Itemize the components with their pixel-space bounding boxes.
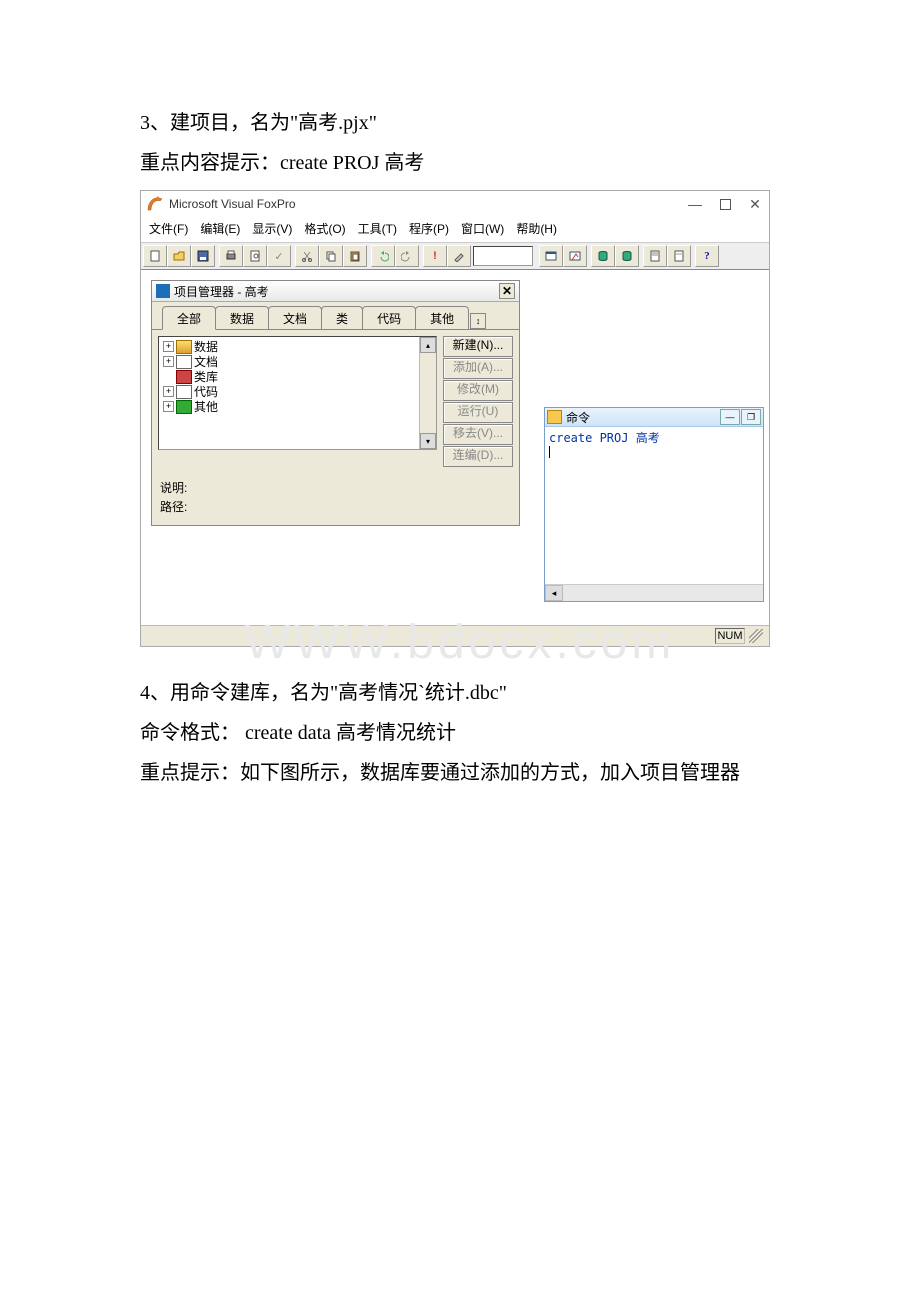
tb-undo-icon[interactable] — [371, 245, 395, 267]
tb-redo-icon[interactable] — [395, 245, 419, 267]
toolbar: ✓ ! ? — [141, 242, 769, 270]
document-icon — [176, 355, 192, 369]
pm-tab-doc[interactable]: 文档 — [268, 306, 322, 329]
foxpro-icon — [147, 196, 163, 212]
tb-report-icon[interactable] — [643, 245, 667, 267]
tb-run-icon[interactable]: ! — [423, 245, 447, 267]
tb-spell-icon[interactable]: ✓ — [267, 245, 291, 267]
tb-copy-icon[interactable] — [319, 245, 343, 267]
vfp-titlebar: Microsoft Visual FoxPro — ✕ — [141, 191, 769, 217]
tb-print-icon[interactable] — [219, 245, 243, 267]
pm-path-label: 路径: — [160, 498, 511, 515]
pm-btn-run: 运行(U) — [443, 402, 513, 423]
project-manager-window: 项目管理器 - 高考 ✕ 全部 数据 文档 类 代码 其他 ↕ — [151, 280, 520, 526]
doc-line-1: 3、建项目，名为"高考.pjx" — [140, 106, 780, 140]
tb-db-icon[interactable] — [591, 245, 615, 267]
tb-label-icon[interactable] — [667, 245, 691, 267]
tb-open-icon[interactable] — [167, 245, 191, 267]
cmd-input-area[interactable]: create PROJ 高考 — [545, 427, 763, 584]
other-icon — [176, 400, 192, 414]
pm-btn-new[interactable]: 新建(N)... — [443, 336, 513, 357]
cmd-minimize-button[interactable]: — — [720, 409, 740, 425]
watermark: WWW.bdocx.com — [140, 615, 780, 670]
tree-scrollbar[interactable]: ▴ ▾ — [419, 337, 436, 449]
scroll-down-icon[interactable]: ▾ — [420, 433, 436, 449]
workspace: 项目管理器 - 高考 ✕ 全部 数据 文档 类 代码 其他 ↕ — [141, 270, 769, 625]
tree-item-code[interactable]: +代码 — [163, 384, 436, 399]
tree-item-class[interactable]: 类库 — [163, 369, 436, 384]
scroll-up-icon[interactable]: ▴ — [420, 337, 436, 353]
tb-cut-icon[interactable] — [295, 245, 319, 267]
pm-button-col: 新建(N)... 添加(A)... 修改(M) 运行(U) 移去(V)... 连… — [443, 336, 513, 467]
pm-footer: 说明: 路径: — [152, 473, 519, 525]
tree-item-data[interactable]: +数据 — [163, 339, 436, 354]
pm-btn-build[interactable]: 连编(D)... — [443, 446, 513, 467]
tb-form-icon[interactable] — [539, 245, 563, 267]
command-window: 命令 — ❐ create PROJ 高考 ◂ — [544, 407, 764, 602]
tb-combo[interactable] — [473, 246, 533, 266]
pm-tab-code[interactable]: 代码 — [362, 306, 416, 329]
pm-tab-data[interactable]: 数据 — [215, 306, 269, 329]
pm-tab-other[interactable]: 其他 — [415, 306, 469, 329]
pm-tab-class[interactable]: 类 — [321, 306, 363, 329]
menu-file[interactable]: 文件(F) — [145, 219, 192, 238]
tree-item-other[interactable]: +其他 — [163, 399, 436, 414]
menu-view[interactable]: 显示(V) — [248, 219, 296, 238]
pm-btn-remove: 移去(V)... — [443, 424, 513, 445]
code-icon — [176, 385, 192, 399]
pm-titlebar[interactable]: 项目管理器 - 高考 ✕ — [152, 281, 519, 302]
menubar: 文件(F) 编辑(E) 显示(V) 格式(O) 工具(T) 程序(P) 窗口(W… — [141, 217, 769, 242]
data-icon — [176, 340, 192, 354]
cmd-line-1: create PROJ 高考 — [549, 429, 759, 446]
pm-close-button[interactable]: ✕ — [499, 283, 515, 299]
pm-btn-add[interactable]: 添加(A)... — [443, 358, 513, 379]
cmd-title-text: 命令 — [566, 409, 719, 426]
class-icon — [176, 370, 192, 384]
minimize-button[interactable]: — — [687, 196, 703, 213]
pm-desc-label: 说明: — [160, 479, 511, 496]
cmd-h-scrollbar[interactable]: ◂ — [545, 584, 763, 601]
pm-tab-all[interactable]: 全部 — [162, 306, 216, 330]
tb-paste-icon[interactable] — [343, 245, 367, 267]
doc-line-5: 重点提示：如下图所示，数据库要通过添加的方式，加入项目管理器 — [140, 756, 780, 790]
tb-new-icon[interactable] — [143, 245, 167, 267]
doc-line-2: 重点内容提示：create PROJ 高考 — [140, 146, 780, 180]
tb-save-icon[interactable] — [191, 245, 215, 267]
menu-format[interactable]: 格式(O) — [300, 219, 349, 238]
pm-pin-button[interactable]: ↕ — [470, 313, 486, 329]
doc-line-4: 命令格式： create data 高考情况统计 — [140, 716, 780, 750]
command-icon — [547, 410, 562, 424]
tb-help-icon[interactable]: ? — [695, 245, 719, 267]
close-button[interactable]: ✕ — [747, 196, 763, 213]
pm-title-text: 项目管理器 - 高考 — [174, 283, 499, 300]
tb-autoform-icon[interactable] — [563, 245, 587, 267]
menu-tools[interactable]: 工具(T) — [354, 219, 401, 238]
menu-program[interactable]: 程序(P) — [405, 219, 453, 238]
pm-tabs: 全部 数据 文档 类 代码 其他 ↕ — [152, 302, 519, 329]
cmd-titlebar[interactable]: 命令 — ❐ — [545, 408, 763, 427]
pm-icon — [156, 284, 170, 298]
tb-preview-icon[interactable] — [243, 245, 267, 267]
pm-tree[interactable]: +数据 +文档 类库 +代码 +其他 ▴ ▾ — [158, 336, 437, 450]
scroll-left-icon[interactable]: ◂ — [545, 585, 563, 601]
menu-edit[interactable]: 编辑(E) — [196, 219, 244, 238]
pm-btn-modify: 修改(M) — [443, 380, 513, 401]
maximize-button[interactable] — [717, 196, 733, 213]
cmd-maximize-button[interactable]: ❐ — [741, 409, 761, 425]
tb-modify-icon[interactable] — [447, 245, 471, 267]
menu-window[interactable]: 窗口(W) — [457, 219, 508, 238]
doc-line-3: 4、用命令建库，名为"高考情况`统计.dbc" — [140, 676, 780, 710]
vfp-app-window: Microsoft Visual FoxPro — ✕ 文件(F) 编辑(E) … — [140, 190, 770, 647]
vfp-title-text: Microsoft Visual FoxPro — [169, 197, 687, 211]
menu-help[interactable]: 帮助(H) — [512, 219, 561, 238]
tb-db2-icon[interactable] — [615, 245, 639, 267]
cmd-caret — [549, 446, 551, 458]
tree-item-doc[interactable]: +文档 — [163, 354, 436, 369]
